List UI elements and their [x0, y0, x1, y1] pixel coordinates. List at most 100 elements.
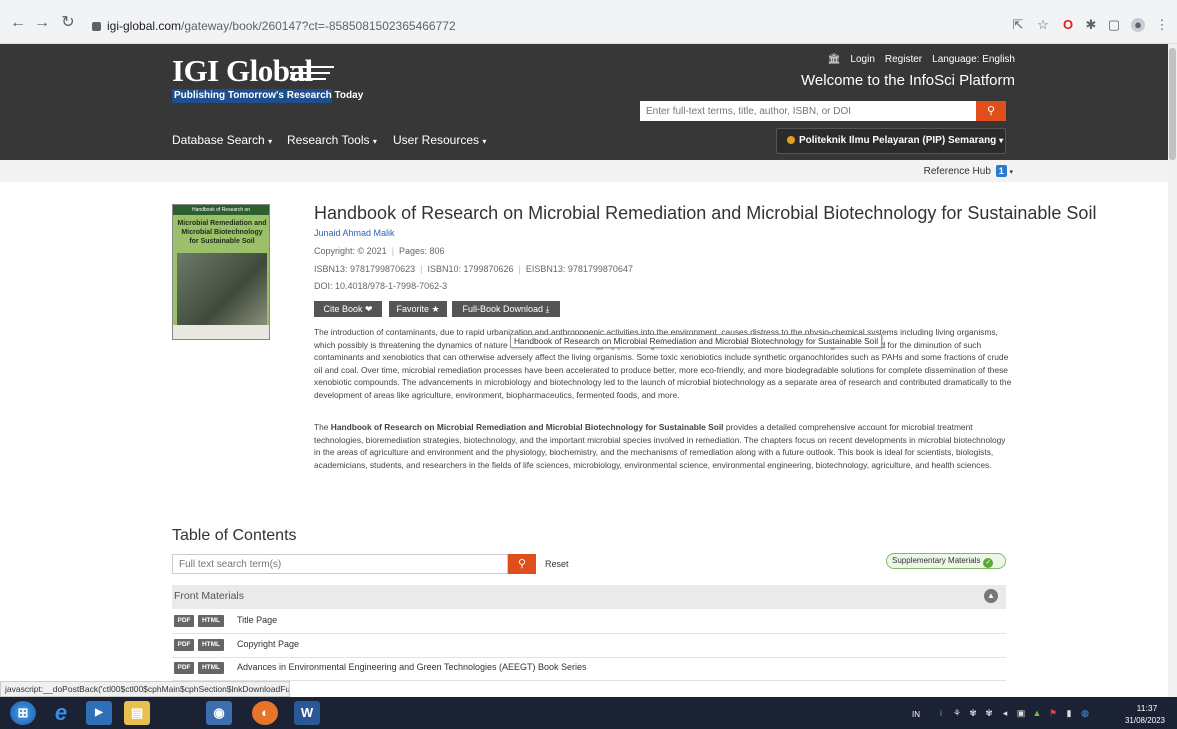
cover-footer [173, 325, 269, 339]
scrollbar-thumb[interactable] [1169, 48, 1176, 160]
site-search-input[interactable] [640, 101, 976, 121]
pdf-badge[interactable]: PDF [174, 639, 194, 651]
toc-row-title[interactable]: Copyright Page [237, 639, 299, 649]
front-materials-label: Front Materials [174, 590, 245, 602]
full-book-download-button[interactable]: Full-Book Download ⤓ [452, 301, 560, 317]
copyright-pages: Copyright: © 2021 | Pages: 806 [314, 246, 445, 256]
chevron-down-icon: ▾ [372, 137, 377, 146]
logo-main-text: IGI Global [172, 53, 313, 88]
search-icon: ⚲ [986, 105, 996, 117]
cover-photo [177, 253, 267, 325]
url-path: /gateway/book/260147?ct=-858508150236546… [181, 19, 456, 33]
toc-row: PDF HTML Advances in Environmental Engin… [172, 657, 1006, 681]
pdf-badge[interactable]: PDF [174, 662, 194, 674]
logo-wave [290, 66, 334, 68]
html-badge[interactable]: HTML [198, 662, 224, 674]
doi-line: DOI: 10.4018/978-1-7998-7062-3 [314, 281, 448, 291]
toc-row: PDF HTML Title Page [172, 610, 1006, 634]
address-bar[interactable]: igi-global.com/gateway/book/260147?ct=-8… [92, 19, 1012, 37]
collapse-icon[interactable]: ▲ [984, 589, 998, 603]
institution-badge-icon [787, 136, 795, 144]
forward-icon[interactable]: → [32, 14, 52, 34]
igi-global-logo[interactable]: IGI Global Publishing Tomorrow's Researc… [172, 53, 364, 103]
link-status-bar: javascript:__doPostBack('ctl00$ctl00$cph… [0, 681, 290, 697]
register-link[interactable]: Register [885, 54, 922, 65]
start-button-icon[interactable]: ⊞ [10, 701, 36, 725]
info-icon[interactable]: i [936, 708, 946, 718]
supplementary-materials-button[interactable]: Supplementary Materials ✓ [886, 553, 1006, 569]
chevron-down-icon: ▾ [482, 137, 487, 146]
logo-wave [290, 78, 326, 80]
clock-time[interactable]: 11:37 [1127, 703, 1167, 713]
chrome-icon[interactable]: ◉ [206, 701, 232, 725]
opera-icon[interactable]: O [1061, 18, 1075, 32]
institution-name: Politeknik Ilmu Pelayaran (PIP) Semarang [799, 135, 997, 146]
flag-icon[interactable]: ⚑ [1048, 708, 1058, 718]
html-badge[interactable]: HTML [198, 639, 224, 651]
ie-icon[interactable]: e [48, 701, 74, 725]
lock-icon [92, 22, 101, 31]
cite-book-button[interactable]: Cite Book ❤ [314, 301, 382, 317]
toc-reset-link[interactable]: Reset [545, 559, 569, 569]
toc-row: PDF HTML Copyright Page [172, 634, 1006, 658]
nav-research-tools[interactable]: Research Tools ▾ [287, 133, 377, 147]
media-player-icon[interactable]: ▶ [86, 701, 112, 725]
menu-icon[interactable]: ⋮ [1155, 18, 1169, 32]
tray-language[interactable]: IN [912, 710, 920, 719]
toc-search-button[interactable]: ⚲ [508, 554, 536, 574]
network-icon[interactable]: ◍ [1080, 708, 1090, 718]
chevron-down-icon: ▾ [1009, 169, 1013, 176]
institution-dropdown[interactable]: Politeknik Ilmu Pelayaran (PIP) Semarang… [776, 128, 1006, 154]
signal-icon[interactable]: ▮ [1064, 708, 1074, 718]
file-explorer-icon[interactable]: ▤ [124, 701, 150, 725]
reference-hub[interactable]: Reference Hub 1 ▾ [924, 165, 1013, 177]
book-cover[interactable]: Handbook of Research on Microbial Remedi… [172, 204, 270, 340]
toc-row-title[interactable]: Advances in Environmental Engineering an… [237, 662, 587, 672]
tray-app-icon[interactable]: ▲ [1032, 708, 1042, 718]
sidepanel-icon[interactable]: ▢ [1107, 18, 1121, 32]
cover-title: Microbial Remediation and Microbial Biot… [177, 220, 267, 245]
logo-wave [290, 72, 330, 74]
tray-app-icon[interactable]: ✾ [984, 708, 994, 718]
book-author-link[interactable]: Junaid Ahmad Malik [314, 228, 395, 238]
toc-row-title[interactable]: Title Page [237, 615, 277, 625]
back-icon[interactable]: ← [8, 14, 28, 34]
chevron-down-icon: ▾ [268, 137, 273, 146]
search-button[interactable]: ⚲ [976, 101, 1006, 121]
language-link[interactable]: Language: English [932, 54, 1015, 65]
toc-search-input[interactable] [172, 554, 508, 574]
tray-app-icon[interactable]: ⚘ [952, 708, 962, 718]
reload-icon[interactable]: ↻ [58, 14, 78, 34]
pdf-badge[interactable]: PDF [174, 615, 194, 627]
check-icon: ✓ [983, 558, 994, 568]
firefox-icon[interactable]: ◐ [252, 701, 278, 725]
volume-icon[interactable]: ◂ [1000, 708, 1010, 718]
html-badge[interactable]: HTML [198, 615, 224, 627]
extensions-icon[interactable]: ✱ [1084, 18, 1098, 32]
login-link[interactable]: Login [850, 54, 874, 65]
logo-tagline: Publishing Tomorrow's Research Today [172, 89, 364, 103]
cover-series: Handbook of Research on [173, 205, 269, 215]
reference-hub-count: 1 [995, 165, 1007, 177]
search-icon: ⚲ [517, 558, 527, 570]
welcome-text: Welcome to the InfoSci Platform [801, 72, 1015, 89]
toc-heading: Table of Contents [172, 527, 297, 544]
nav-database-search[interactable]: Database Search ▾ [172, 133, 272, 147]
nav-user-resources[interactable]: User Resources ▾ [393, 133, 486, 147]
header-links: 🏛 Login Register Language: English [818, 54, 1015, 65]
description-paragraph-2: The Handbook of Research on Microbial Re… [314, 422, 1006, 470]
share-icon[interactable]: ⇱ [1011, 18, 1025, 32]
url-host: igi-global.com [107, 19, 182, 33]
front-materials-header[interactable] [172, 585, 1006, 609]
isbn-line: ISBN13: 9781799870623 | ISBN10: 1799870626… [314, 264, 633, 274]
profile-icon[interactable]: ● [1131, 18, 1145, 32]
book-title: Handbook of Research on Microbial Remedi… [314, 203, 1097, 223]
chevron-down-icon: ▾ [999, 136, 1004, 145]
tray-app-icon[interactable]: ✾ [968, 708, 978, 718]
title-tooltip: Handbook of Research on Microbial Remedi… [510, 334, 883, 348]
tray-app-icon[interactable]: ▣ [1016, 708, 1026, 718]
star-icon[interactable]: ☆ [1036, 18, 1050, 32]
favorite-button[interactable]: Favorite ★ [389, 301, 447, 317]
clock-date[interactable]: 31/08/2023 [1117, 716, 1173, 725]
word-icon[interactable]: W [294, 701, 320, 725]
